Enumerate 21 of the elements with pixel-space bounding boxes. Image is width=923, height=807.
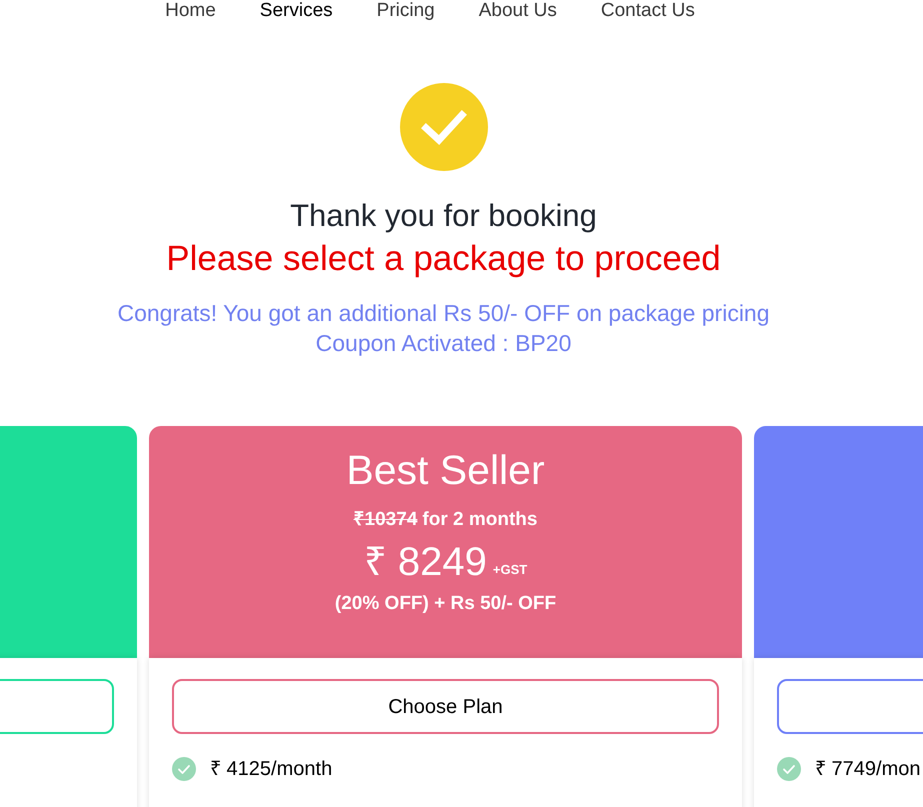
- nav-link[interactable]: Contact Us: [600, 0, 695, 22]
- check-icon: [777, 757, 801, 781]
- tax-note: +GST: [492, 562, 528, 578]
- coupon-message: Coupon Activated : BP20: [316, 329, 572, 358]
- choose-plan-button[interactable]: Choose Plan: [172, 679, 719, 734]
- check-icon: [172, 757, 196, 781]
- feature-text: ₹ 4125/month: [210, 757, 332, 781]
- nav-link[interactable]: About Us: [478, 0, 557, 22]
- thank-you-heading: Thank you for booking: [290, 199, 597, 233]
- nav-link[interactable]: Pricing: [376, 0, 435, 22]
- nav-link[interactable]: Home: [165, 0, 216, 22]
- check-circle-icon: [400, 83, 488, 171]
- feature-text: ₹ 7749/mon: [815, 757, 921, 781]
- plan-title: Best Seller: [346, 446, 545, 494]
- nav-link[interactable]: Services: [260, 0, 333, 22]
- original-price: ₹10374: [354, 508, 418, 532]
- select-package-prompt: Please select a package to proceed: [166, 239, 721, 279]
- discount-note: (20% OFF) + Rs 50/- OFF: [334, 592, 556, 616]
- offer-message: Congrats! You got an additional Rs 50/- OFF on package pricing: [117, 299, 770, 328]
- billing-period: for 2 months: [422, 508, 538, 532]
- plan-price: ₹ 8249: [364, 540, 487, 584]
